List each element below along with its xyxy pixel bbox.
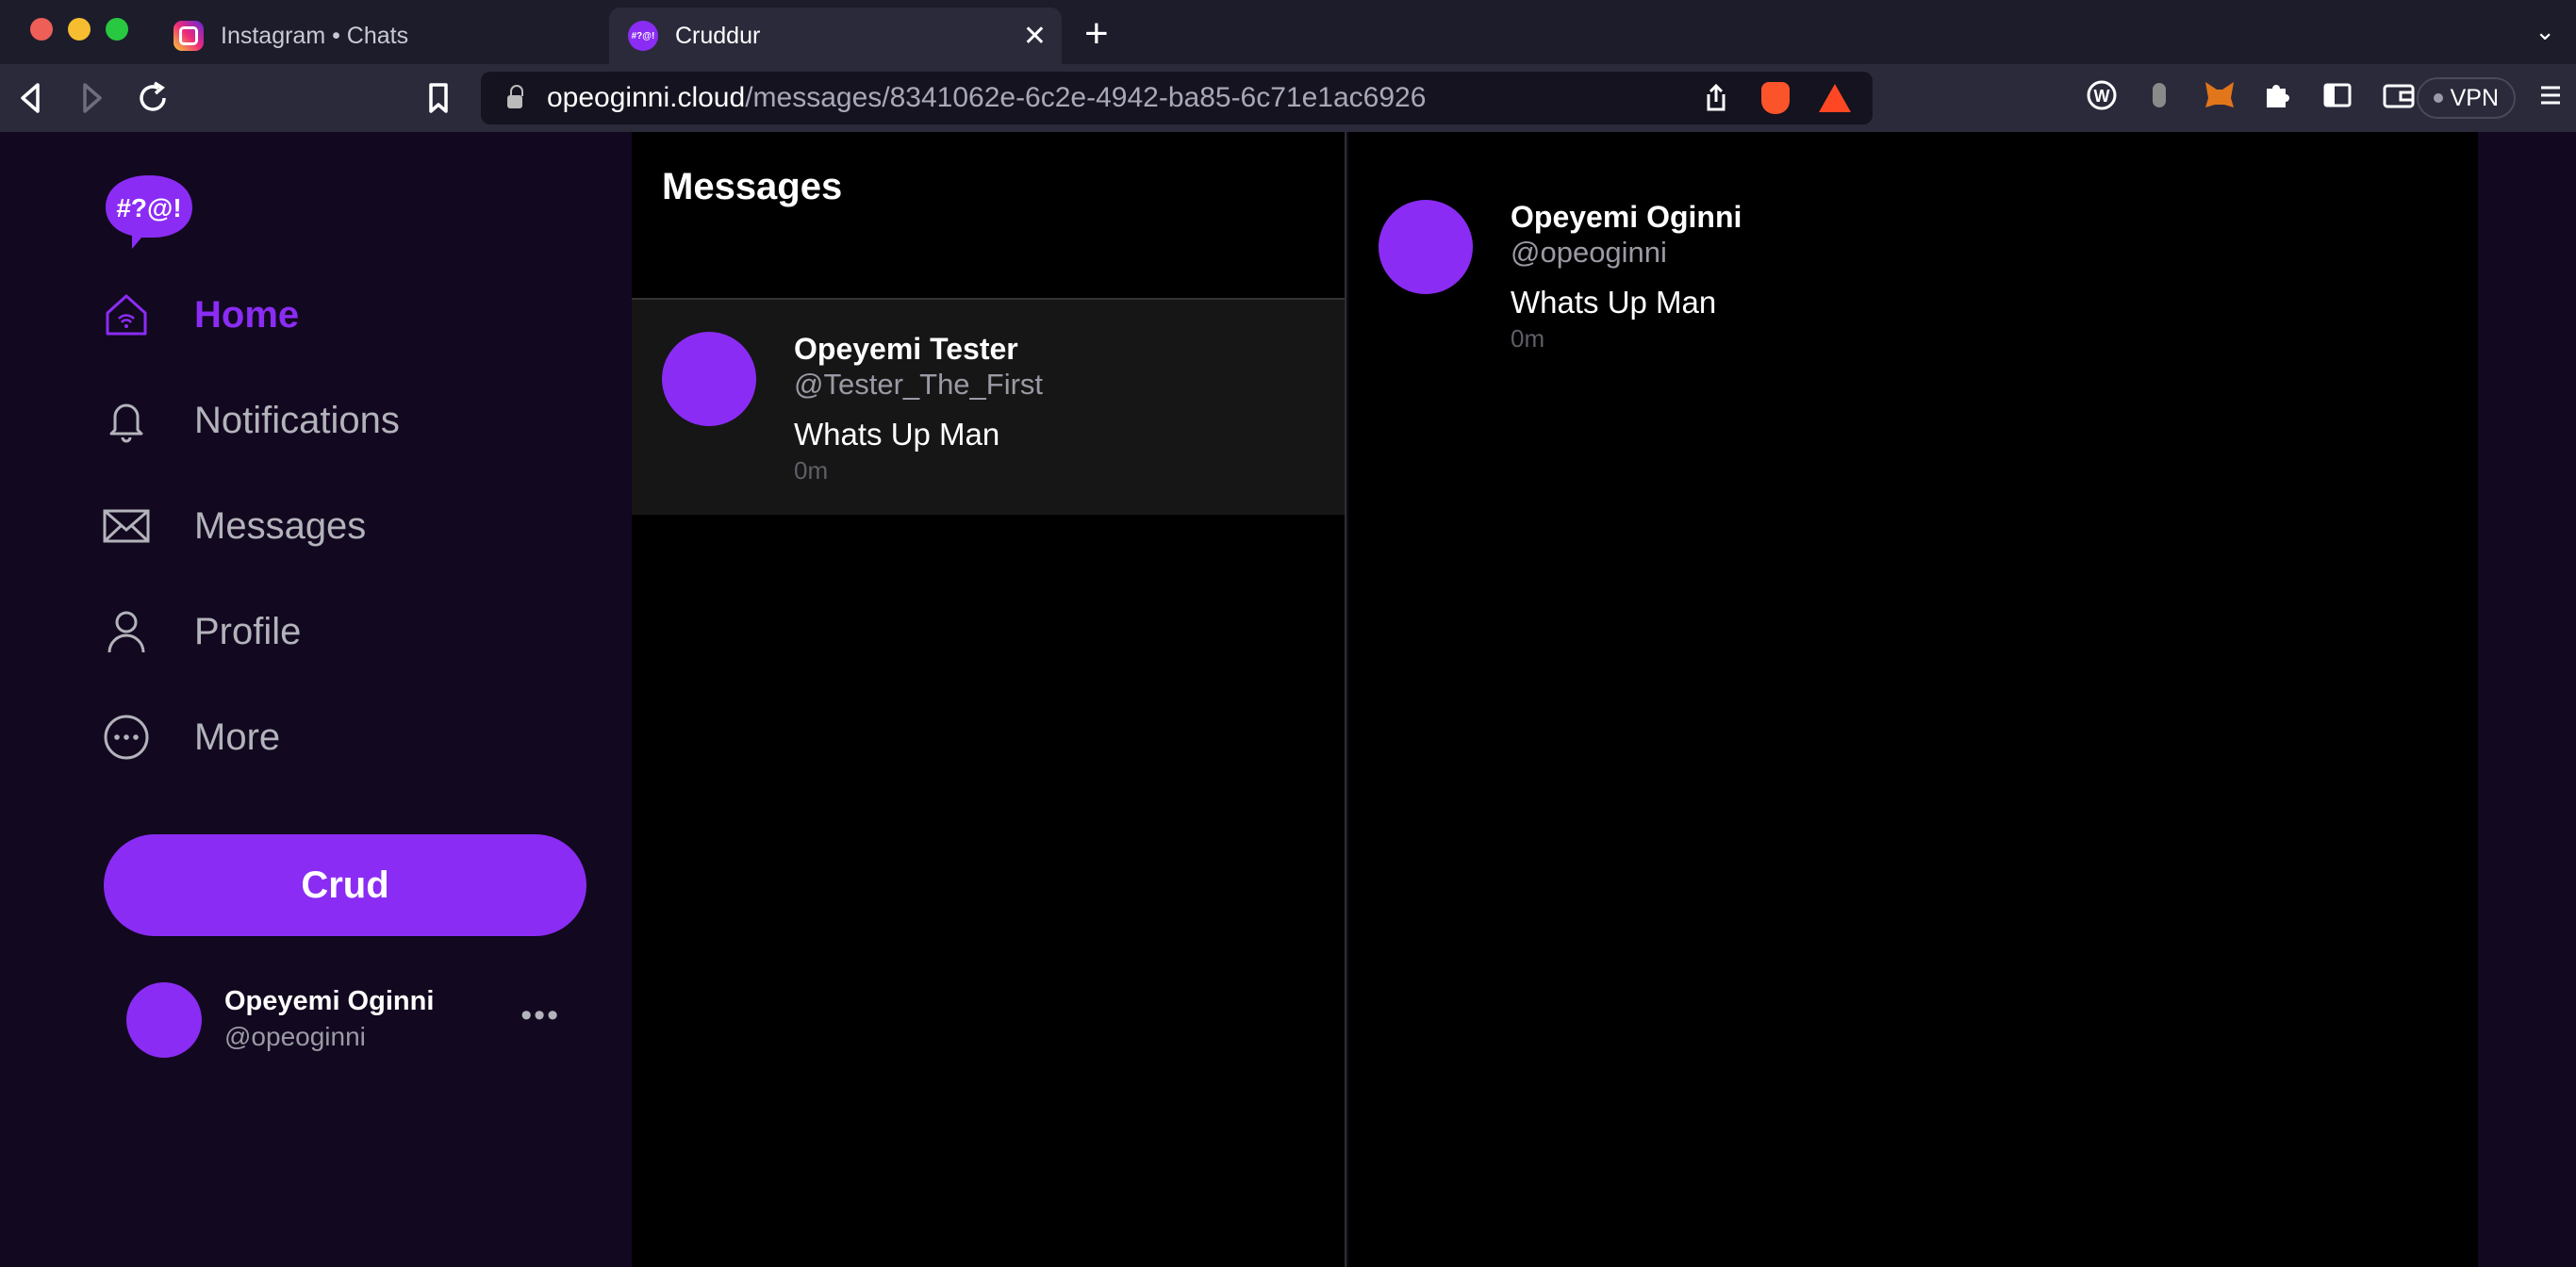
metamask-icon[interactable] — [2203, 79, 2237, 119]
cruddur-icon: #?@! — [628, 21, 658, 51]
browser-tab-bar: Instagram • Chats #?@! Cruddur ✕ + ⌄ — [0, 0, 2576, 64]
user-handle: @opeoginni — [224, 1022, 366, 1051]
browser-toolbar: opeoginni.cloud/messages/8341062e-6c2e-4… — [0, 64, 2576, 132]
cruddur-app: #?@! Home Notifications Messages Profile… — [0, 132, 2576, 1267]
avatar — [1379, 200, 1473, 294]
more-options-icon[interactable]: ••• — [520, 997, 560, 1034]
nav-home[interactable]: Home — [102, 290, 299, 339]
crud-button[interactable]: Crud — [104, 834, 586, 936]
bell-icon — [102, 396, 151, 445]
extensions-area: W VPN — [2010, 75, 2576, 121]
page-title: Messages — [662, 166, 843, 207]
new-tab-button[interactable]: + — [1084, 11, 1109, 57]
nav-label: More — [194, 716, 281, 758]
svg-text:#?@!: #?@! — [116, 193, 181, 222]
vpn-button[interactable]: VPN — [2416, 77, 2516, 119]
nav-more[interactable]: More — [102, 713, 280, 762]
sidebar-toggle-icon[interactable] — [2321, 79, 2353, 119]
vpn-status-icon — [2433, 93, 2443, 103]
more-circle-icon — [102, 713, 151, 762]
nav-label: Profile — [194, 610, 302, 652]
svg-text:W: W — [2094, 87, 2110, 106]
message-group-item[interactable]: Opeyemi Tester @Tester_The_First Whats U… — [632, 300, 1345, 515]
window-minimize-button[interactable] — [68, 18, 91, 41]
menu-icon[interactable] — [2538, 79, 2563, 119]
message-sender-handle: @opeoginni — [1511, 236, 1667, 269]
message-text: Whats Up Man — [1511, 285, 1717, 320]
tab-title: Instagram • Chats — [221, 22, 409, 49]
message-group-handle: @Tester_The_First — [794, 368, 1044, 401]
nav-profile[interactable]: Profile — [102, 607, 301, 656]
bookmark-icon[interactable] — [424, 79, 453, 125]
nav-label: Home — [194, 293, 300, 336]
nav-label: Messages — [194, 504, 367, 547]
window-close-button[interactable] — [30, 18, 53, 41]
nav-messages[interactable]: Messages — [102, 502, 366, 551]
avatar — [662, 332, 756, 426]
sidebar: #?@! Home Notifications Messages Profile… — [0, 132, 632, 1267]
lock-icon — [507, 85, 523, 108]
message-group-name: Opeyemi Tester — [794, 332, 1018, 366]
share-icon[interactable] — [1699, 81, 1733, 115]
user-icon — [102, 607, 151, 656]
vpn-label: VPN — [2450, 84, 2499, 111]
message-time: 0m — [1511, 324, 1545, 353]
address-bar[interactable]: opeoginni.cloud/messages/8341062e-6c2e-4… — [481, 72, 1873, 124]
browser-tab-cruddur[interactable]: #?@! Cruddur ✕ — [609, 8, 1062, 64]
extension-icon[interactable] — [2148, 79, 2171, 119]
right-gutter — [2478, 132, 2576, 1267]
message-group-preview: Whats Up Man — [794, 417, 1000, 452]
forward-button[interactable] — [77, 79, 106, 125]
wallet-extension-icon[interactable]: W — [2086, 79, 2118, 119]
browser-tab-instagram[interactable]: Instagram • Chats — [155, 8, 605, 64]
brave-shields-icon[interactable] — [1761, 82, 1790, 114]
avatar — [126, 982, 202, 1058]
cruddur-logo[interactable]: #?@! — [104, 172, 194, 251]
chevron-down-icon[interactable]: ⌄ — [2535, 17, 2555, 46]
wallet-icon[interactable] — [2382, 79, 2416, 119]
home-icon — [102, 290, 151, 339]
envelope-icon — [102, 502, 151, 551]
back-button[interactable] — [17, 79, 45, 125]
message-sender-name: Opeyemi Oginni — [1511, 200, 1742, 234]
message-group-time: 0m — [794, 456, 829, 485]
nav-notifications[interactable]: Notifications — [102, 396, 400, 445]
close-tab-icon[interactable]: ✕ — [1023, 20, 1047, 53]
tab-title: Cruddur — [675, 22, 761, 49]
instagram-icon — [173, 21, 204, 51]
url-host: opeoginni.cloud — [547, 82, 746, 113]
message-groups-column: Messages Opeyemi Tester @Tester_The_Firs… — [632, 132, 1346, 1267]
url-path: /messages/8341062e-6c2e-4942-ba85-6c71e1… — [745, 82, 1427, 113]
current-user-card[interactable]: Opeyemi Oginni @opeoginni ••• — [126, 980, 570, 1060]
window-zoom-button[interactable] — [106, 18, 128, 41]
nav-label: Notifications — [194, 399, 400, 441]
user-display-name: Opeyemi Oginni — [224, 986, 435, 1016]
reload-button[interactable] — [136, 79, 170, 125]
message-thread: Opeyemi Oginni @opeoginni Whats Up Man 0… — [1348, 132, 2478, 1267]
brave-rewards-icon[interactable] — [1818, 81, 1852, 115]
extensions-puzzle-icon[interactable] — [2261, 79, 2293, 119]
